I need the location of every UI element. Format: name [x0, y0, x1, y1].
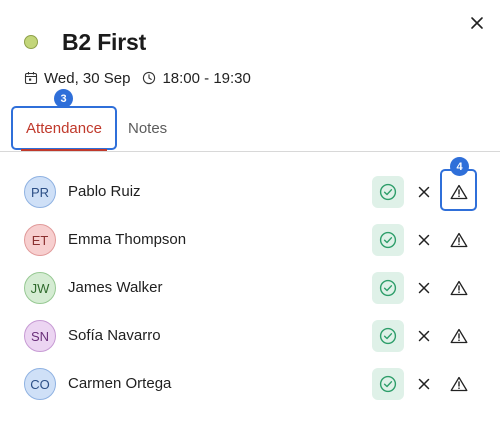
x-icon [418, 234, 430, 246]
avatar: CO [24, 368, 56, 400]
mark-present-button[interactable] [372, 368, 404, 400]
avatar: SN [24, 320, 56, 352]
student-row: JW James Walker [0, 264, 500, 312]
mark-absent-button[interactable] [414, 230, 434, 250]
mark-present-button[interactable] [372, 176, 404, 208]
check-circle-icon [379, 327, 397, 345]
report-issue-button[interactable] [448, 277, 470, 299]
student-name: Pablo Ruiz [68, 183, 141, 200]
warning-triangle-icon [450, 376, 468, 392]
mark-absent-button[interactable] [414, 374, 434, 394]
mark-absent-button[interactable] [414, 326, 434, 346]
step-badge-issue: 4 [450, 157, 469, 176]
student-name: Carmen Ortega [68, 375, 172, 392]
tab-bar: Attendance Notes [0, 104, 500, 152]
x-icon [418, 378, 430, 390]
mark-present-button[interactable] [372, 272, 404, 304]
attendance-dialog: B2 First Wed, 30 Sep 18:00 - 19:30 Atten… [0, 0, 500, 424]
student-row: ET Emma Thompson [0, 216, 500, 264]
avatar: PR [24, 176, 56, 208]
event-time: 18:00 - 19:30 [162, 69, 251, 87]
x-icon [418, 330, 430, 342]
close-icon [471, 17, 483, 29]
event-title: B2 First [62, 28, 147, 55]
dialog-header: B2 First [24, 27, 146, 57]
mark-absent-button[interactable] [414, 278, 434, 298]
report-issue-button[interactable] [448, 373, 470, 395]
warning-triangle-icon [450, 328, 468, 344]
x-icon [418, 282, 430, 294]
student-row: CO Carmen Ortega [0, 360, 500, 408]
avatar: JW [24, 272, 56, 304]
calendar-icon [24, 71, 38, 85]
check-circle-icon [379, 279, 397, 297]
event-color-dot [24, 35, 38, 49]
tab-notes[interactable]: Notes [128, 104, 167, 152]
report-issue-button[interactable] [448, 229, 470, 251]
check-circle-icon [379, 231, 397, 249]
event-meta: Wed, 30 Sep 18:00 - 19:30 [24, 68, 251, 88]
event-date: Wed, 30 Sep [44, 69, 131, 87]
warning-triangle-icon [450, 280, 468, 296]
mark-present-button[interactable] [372, 320, 404, 352]
mark-present-button[interactable] [372, 224, 404, 256]
report-issue-button[interactable] [448, 325, 470, 347]
tab-attendance[interactable]: Attendance [11, 106, 117, 151]
student-name: Sofía Navarro [68, 327, 161, 344]
mark-absent-button[interactable] [414, 182, 434, 202]
close-button[interactable] [466, 12, 488, 34]
x-icon [418, 186, 430, 198]
clock-icon [142, 71, 156, 85]
student-name: James Walker [68, 279, 163, 296]
check-circle-icon [379, 375, 397, 393]
student-name: Emma Thompson [68, 231, 187, 248]
avatar: ET [24, 224, 56, 256]
step-badge-tab: 3 [54, 89, 73, 108]
student-row: PR Pablo Ruiz [0, 168, 500, 216]
check-circle-icon [379, 183, 397, 201]
student-row: SN Sofía Navarro [0, 312, 500, 360]
student-list: PR Pablo Ruiz ET Emma Thompson JW James … [0, 168, 500, 408]
warning-triangle-icon [450, 232, 468, 248]
